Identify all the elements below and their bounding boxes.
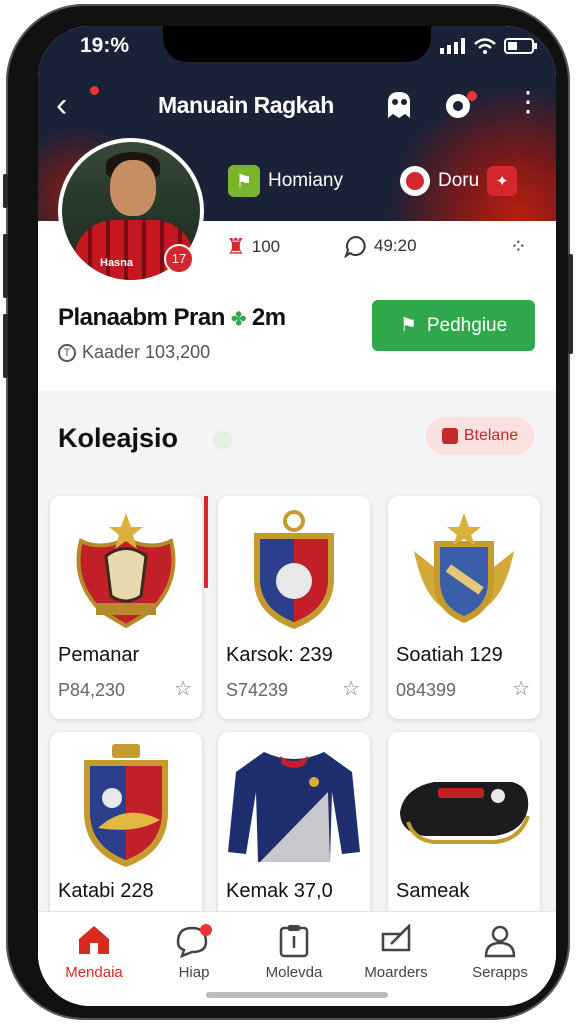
edit-icon (346, 922, 446, 964)
top-bar: ‹ Manuain Ragkah ⋮ (38, 86, 556, 130)
status-time: 19:% (80, 34, 130, 57)
tooth-icon: ⚑ (228, 165, 260, 197)
crest-fish-icon (50, 742, 202, 872)
nav-label: Molevda (265, 964, 323, 981)
primary-action-button[interactable]: ⚑ Pedhgiue (372, 300, 535, 351)
nav-label: Hiap (178, 964, 210, 981)
volume-up-button (3, 234, 8, 298)
chip-doru[interactable]: Doru ✦ (400, 164, 518, 198)
notch (163, 26, 431, 62)
card-name: Pemanar (58, 644, 140, 666)
collection-card[interactable]: Karsok: 239 S74239 ☆ (218, 496, 370, 719)
card-price: P84,230 (58, 680, 126, 700)
crest-horse-icon (50, 506, 202, 636)
clover-icon: ✤ (231, 309, 246, 329)
section-title: Koleajsio (58, 423, 179, 453)
crest-wings-icon (388, 506, 540, 636)
more-icon[interactable]: ⋮ (514, 88, 542, 116)
badge-icon: ✦ (487, 166, 518, 196)
card-name: Katabi 228 (58, 880, 154, 902)
chip-homiany-label: Homiany (268, 170, 343, 191)
screen: 19:% ‹ Manuain Ragkah ⋮ Hasna 17 ⚑ Homia… (38, 26, 556, 1006)
card-name: Karsok: 239 (226, 644, 333, 666)
flag-icon: ⚑ (399, 315, 417, 336)
profile-subtitle: T Kaader 103,200 (58, 342, 210, 363)
wifi-icon (474, 38, 496, 54)
power-button (568, 254, 573, 354)
favorite-star-icon[interactable]: ☆ (512, 676, 530, 701)
chip-homiany[interactable]: ⚑ Homiany (228, 164, 343, 198)
nav-label: Mendaia (65, 964, 123, 981)
nav-label: Moarders (364, 964, 428, 981)
nav-profile[interactable]: Serapps (450, 912, 550, 992)
coin-icon: T (58, 343, 76, 362)
jersey-text: Hasna (100, 257, 134, 269)
card-price: S74239 (226, 680, 289, 700)
home-indicator[interactable] (206, 992, 388, 998)
profile-subtitle-text: Kaader 103,200 (82, 342, 211, 362)
comments-value: 49:20 (374, 236, 417, 255)
notification-dot (90, 86, 99, 95)
chat-icon (144, 924, 244, 964)
volume-down-button (3, 314, 8, 378)
clipboard-icon (244, 924, 344, 964)
comments-count[interactable]: 49:20 (344, 234, 417, 258)
likes-count[interactable]: ♜ 100 (226, 234, 280, 260)
boot-bag-icon (388, 742, 540, 872)
ticket-icon (441, 428, 458, 444)
card-price: 084399 (396, 680, 457, 700)
collection-card[interactable]: Soatiah 129 084399 ☆ (388, 496, 540, 719)
card-name: Sameak (396, 880, 470, 902)
card-name: Soatiah 129 (396, 644, 503, 666)
profile-name-suffix: 2m (251, 304, 286, 331)
jersey-icon (218, 742, 370, 872)
page-title: Manuain Ragkah (158, 92, 334, 118)
home-icon (44, 924, 144, 964)
favorite-star-icon[interactable]: ☆ (174, 676, 192, 701)
nav-home[interactable]: Mendaia (44, 912, 144, 992)
nav-edit[interactable]: Moarders (346, 912, 446, 992)
jersey-number-badge: 17 (164, 244, 194, 274)
chip-doru-label: Doru (438, 170, 480, 191)
scroll-accent (204, 496, 208, 588)
back-icon[interactable]: ‹ (56, 88, 67, 122)
nav-label: Serapps (472, 964, 528, 981)
phone-frame: 19:% ‹ Manuain Ragkah ⋮ Hasna 17 ⚑ Homia… (3, 4, 573, 1020)
card-name: Kemak 37,0 (226, 880, 333, 902)
battery-icon (504, 38, 537, 54)
section-button-label: Btelane (463, 427, 519, 444)
nav-clipboard[interactable]: Molevda (244, 912, 344, 992)
profile-name-text: Planaabm Pran (58, 304, 225, 331)
favorite-star-icon[interactable]: ☆ (342, 676, 360, 701)
user-icon (450, 924, 550, 964)
settings-icon[interactable] (442, 90, 478, 127)
profile-name: Planaabm Pran ✤ 2m (58, 304, 286, 332)
collection-header: Koleajsio Btelane (38, 391, 556, 486)
face (110, 160, 156, 216)
section-indicator (213, 431, 233, 449)
collection-grid: Pemanar P84,230 ☆ Karsok: 239 S74239 ☆ S… (38, 486, 556, 955)
collection-card[interactable]: Pemanar P84,230 ☆ (50, 496, 202, 719)
section-button[interactable]: Btelane (426, 417, 534, 455)
robot-icon: ♜ (226, 234, 246, 259)
signal-icon (440, 38, 465, 54)
more-dots-icon[interactable]: ⁘ (510, 234, 527, 259)
mute-switch (3, 174, 8, 208)
likes-value: 100 (251, 237, 281, 256)
primary-action-label: Pedhgiue (426, 314, 508, 336)
ghost-icon[interactable] (384, 90, 414, 127)
crest-shield-icon (218, 506, 370, 636)
nav-chat[interactable]: Hiap (144, 912, 244, 992)
status-icons (440, 38, 538, 54)
comment-icon (344, 235, 366, 258)
record-icon (400, 166, 430, 196)
